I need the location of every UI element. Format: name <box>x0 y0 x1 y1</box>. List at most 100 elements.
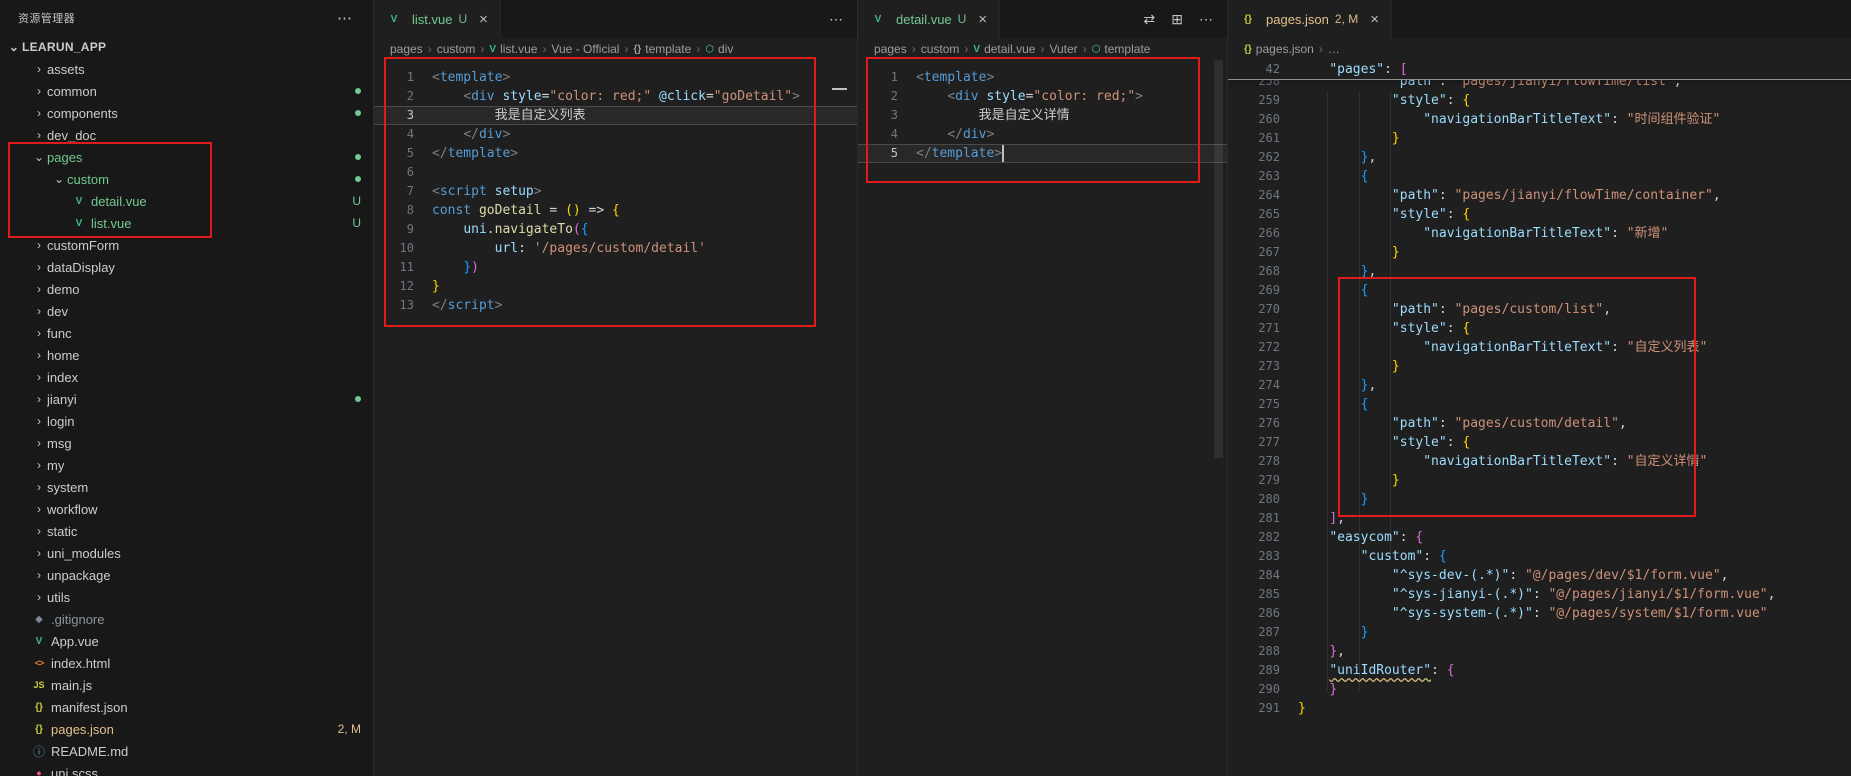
breadcrumb-item-Vue - Official[interactable]: Vue - Official <box>551 42 619 56</box>
chevron-right-icon[interactable]: › <box>31 503 47 515</box>
more-actions-icon[interactable]: ⋯ <box>337 9 353 27</box>
chevron-right-icon[interactable]: › <box>31 591 47 603</box>
tree-item-jianyi[interactable]: ›jianyi <box>0 388 373 410</box>
chevron-right-icon[interactable]: › <box>31 547 47 559</box>
tree-item-common[interactable]: ›common <box>0 80 373 102</box>
code-line[interactable]: 264 "path": "pages/jianyi/flowTime/conta… <box>1228 186 1851 205</box>
tree-item-home[interactable]: ›home <box>0 344 373 366</box>
tree-item-index[interactable]: ›index <box>0 366 373 388</box>
tree-item-custom[interactable]: ⌄custom <box>0 168 373 190</box>
tree-item-dev[interactable]: ›dev <box>0 300 373 322</box>
code-line[interactable]: 1<template> <box>374 68 857 87</box>
breadcrumb-item-custom[interactable]: custom <box>437 42 476 56</box>
code-editor[interactable]: 1<template>2 <div style="color: red;" @c… <box>374 60 857 776</box>
chevron-right-icon[interactable]: › <box>31 305 47 317</box>
tab-pages-json[interactable]: {}pages.json2, M× <box>1228 0 1392 38</box>
code-line[interactable]: 8const goDetail = () => { <box>374 201 857 220</box>
breadcrumb-item-pages[interactable]: pages <box>390 42 423 56</box>
tree-item-assets[interactable]: ›assets <box>0 58 373 80</box>
breadcrumb-item-…[interactable]: … <box>1328 42 1340 56</box>
chevron-down-icon[interactable]: ⌄ <box>51 173 67 185</box>
code-line[interactable]: 270 "path": "pages/custom/list", <box>1228 300 1851 319</box>
tree-item-.gitignore[interactable]: ◆.gitignore <box>0 608 373 630</box>
tree-item-pages[interactable]: ⌄pages <box>0 146 373 168</box>
code-line[interactable]: 282 "easycom": { <box>1228 528 1851 547</box>
chevron-right-icon[interactable]: › <box>31 283 47 295</box>
tree-item-dev_doc[interactable]: ›dev_doc <box>0 124 373 146</box>
code-line[interactable]: 5</template> <box>858 144 1227 163</box>
chevron-down-icon[interactable]: ⌄ <box>6 41 22 53</box>
tree-item-customForm[interactable]: ›customForm <box>0 234 373 256</box>
code-line[interactable]: 279 } <box>1228 471 1851 490</box>
code-line[interactable]: 9 uni.navigateTo({ <box>374 220 857 239</box>
code-editor[interactable]: 1<template>2 <div style="color: red;">3 … <box>858 60 1227 776</box>
chevron-right-icon[interactable]: › <box>31 327 47 339</box>
tree-item-workflow[interactable]: ›workflow <box>0 498 373 520</box>
code-line[interactable]: 280 } <box>1228 490 1851 509</box>
tree-item-utils[interactable]: ›utils <box>0 586 373 608</box>
chevron-right-icon[interactable]: › <box>31 129 47 141</box>
code-line[interactable]: 271 "style": { <box>1228 319 1851 338</box>
editor-layout-icon[interactable]: ⊞ <box>1171 11 1183 28</box>
code-line[interactable]: 259 "style": { <box>1228 91 1851 110</box>
code-line[interactable]: 276 "path": "pages/custom/detail", <box>1228 414 1851 433</box>
code-line[interactable]: 13</script> <box>374 296 857 315</box>
code-line[interactable]: 291} <box>1228 699 1851 718</box>
tree-item-App.vue[interactable]: VApp.vue <box>0 630 373 652</box>
code-line[interactable]: 2 <div style="color: red;"> <box>858 87 1227 106</box>
code-line[interactable]: 10 url: '/pages/custom/detail' <box>374 239 857 258</box>
code-line[interactable]: 289 "uniIdRouter": { <box>1228 661 1851 680</box>
code-line[interactable]: 268 }, <box>1228 262 1851 281</box>
code-line[interactable]: 12} <box>374 277 857 296</box>
scrollbar[interactable] <box>1214 60 1223 458</box>
code-line[interactable]: 3 我是自定义详情 <box>858 106 1227 125</box>
code-line[interactable]: 3 我是自定义列表 <box>374 106 857 125</box>
tree-root-learun-app[interactable]: ⌄LEARUN_APP <box>0 36 373 58</box>
chevron-right-icon[interactable]: › <box>31 107 47 119</box>
tree-item-func[interactable]: ›func <box>0 322 373 344</box>
breadcrumb-item-template[interactable]: ⬡template <box>1092 42 1151 56</box>
chevron-right-icon[interactable]: › <box>31 481 47 493</box>
breadcrumb-item-pages.json[interactable]: {}pages.json <box>1244 42 1314 56</box>
code-line[interactable]: 1<template> <box>858 68 1227 87</box>
sticky-scroll-line[interactable]: 42 "pages": [ <box>1228 60 1851 80</box>
breadcrumb-item-detail.vue[interactable]: Vdetail.vue <box>973 42 1035 56</box>
tree-item-manifest.json[interactable]: {}manifest.json <box>0 696 373 718</box>
breadcrumb-item-template[interactable]: {}template <box>633 42 691 56</box>
chevron-right-icon[interactable]: › <box>31 63 47 75</box>
code-line[interactable]: 260 "navigationBarTitleText": "时间组件验证" <box>1228 110 1851 129</box>
chevron-right-icon[interactable]: › <box>31 525 47 537</box>
chevron-right-icon[interactable]: › <box>31 371 47 383</box>
code-line[interactable]: 278 "navigationBarTitleText": "自定义详情" <box>1228 452 1851 471</box>
chevron-right-icon[interactable]: › <box>31 415 47 427</box>
code-line[interactable]: 285 "^sys-jianyi-(.*)": "@/pages/jianyi/… <box>1228 585 1851 604</box>
tree-item-README.md[interactable]: ⓘREADME.md <box>0 740 373 762</box>
code-line[interactable]: 263 { <box>1228 167 1851 186</box>
breadcrumb-item-custom[interactable]: custom <box>921 42 960 56</box>
code-line[interactable]: 273 } <box>1228 357 1851 376</box>
code-line[interactable]: 274 }, <box>1228 376 1851 395</box>
tree-item-static[interactable]: ›static <box>0 520 373 542</box>
code-line[interactable]: 286 "^sys-system-(.*)": "@/pages/system/… <box>1228 604 1851 623</box>
tab-detail-vue[interactable]: Vdetail.vueU× <box>858 0 1000 38</box>
code-line[interactable]: 277 "style": { <box>1228 433 1851 452</box>
tree-item-demo[interactable]: ›demo <box>0 278 373 300</box>
tree-item-dataDisplay[interactable]: ›dataDisplay <box>0 256 373 278</box>
tree-item-msg[interactable]: ›msg <box>0 432 373 454</box>
code-line[interactable]: 269 { <box>1228 281 1851 300</box>
open-changes-icon[interactable]: ⇄ <box>1144 11 1156 28</box>
code-line[interactable]: 290 } <box>1228 680 1851 699</box>
chevron-right-icon[interactable]: › <box>31 349 47 361</box>
breadcrumb-item-div[interactable]: ⬡div <box>705 42 733 56</box>
code-line[interactable]: 4 </div> <box>374 125 857 144</box>
tree-item-index.html[interactable]: <>index.html <box>0 652 373 674</box>
chevron-right-icon[interactable]: › <box>31 85 47 97</box>
tree-item-my[interactable]: ›my <box>0 454 373 476</box>
more-actions-icon[interactable]: ⋯ <box>1199 11 1213 28</box>
code-line[interactable]: 261 } <box>1228 129 1851 148</box>
chevron-right-icon[interactable]: › <box>31 261 47 273</box>
code-line[interactable]: 267 } <box>1228 243 1851 262</box>
tree-item-login[interactable]: ›login <box>0 410 373 432</box>
code-line[interactable]: 287 } <box>1228 623 1851 642</box>
code-line[interactable]: 262 }, <box>1228 148 1851 167</box>
